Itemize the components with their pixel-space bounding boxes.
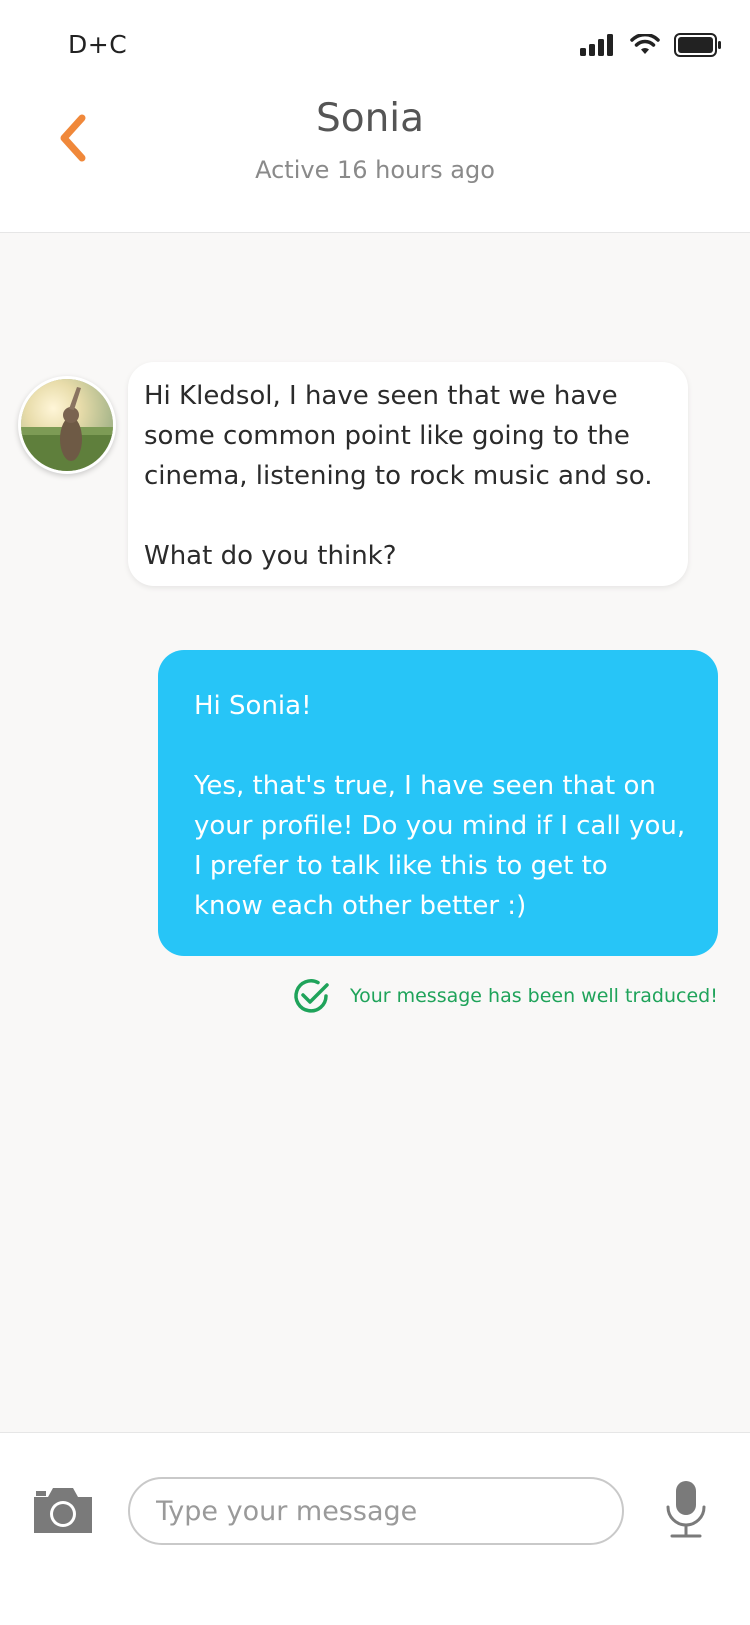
camera-button[interactable]	[30, 1483, 96, 1539]
translation-confirmation: Your message has been well traduced!	[290, 975, 718, 1017]
incoming-message: Hi Kledsol, I have seen that we have som…	[128, 362, 688, 586]
message-line: know each other better :)	[194, 891, 527, 921]
message-line: Yes, that's true, I have seen that on	[194, 771, 656, 801]
avatar-photo	[21, 379, 113, 471]
chat-header: D+C Sonia Active 16 hours ago	[0, 0, 750, 233]
avatar[interactable]	[18, 376, 116, 474]
carrier-label: D+C	[68, 30, 128, 59]
status-icons	[580, 33, 722, 57]
wifi-icon	[630, 34, 660, 54]
outgoing-message: Hi Sonia! Yes, that's true, I have seen …	[158, 650, 718, 956]
message-composer	[0, 1432, 750, 1625]
message-line: What do you think?	[144, 541, 397, 571]
last-active-status: Active 16 hours ago	[255, 156, 495, 184]
message-input[interactable]	[128, 1477, 624, 1545]
microphone-icon	[666, 1481, 706, 1538]
message-line: I prefer to talk like this to get to	[194, 851, 608, 881]
confirmation-text: Your message has been well traduced!	[350, 985, 718, 1007]
message-line: Hi Kledsol, I have seen that we have	[144, 381, 618, 411]
battery-icon	[674, 33, 721, 57]
message-line: cinema, listening to rock music and so.	[144, 461, 653, 491]
check-circle-icon	[294, 979, 329, 1013]
message-line: Hi Sonia!	[194, 691, 312, 721]
message-line: some common point like going to the	[144, 421, 630, 451]
message-line: your profile! Do you mind if I call you,	[194, 811, 686, 841]
contact-name[interactable]: Sonia	[0, 96, 740, 141]
microphone-button[interactable]	[664, 1479, 708, 1545]
signal-icon	[580, 34, 613, 56]
camera-icon	[34, 1488, 92, 1533]
